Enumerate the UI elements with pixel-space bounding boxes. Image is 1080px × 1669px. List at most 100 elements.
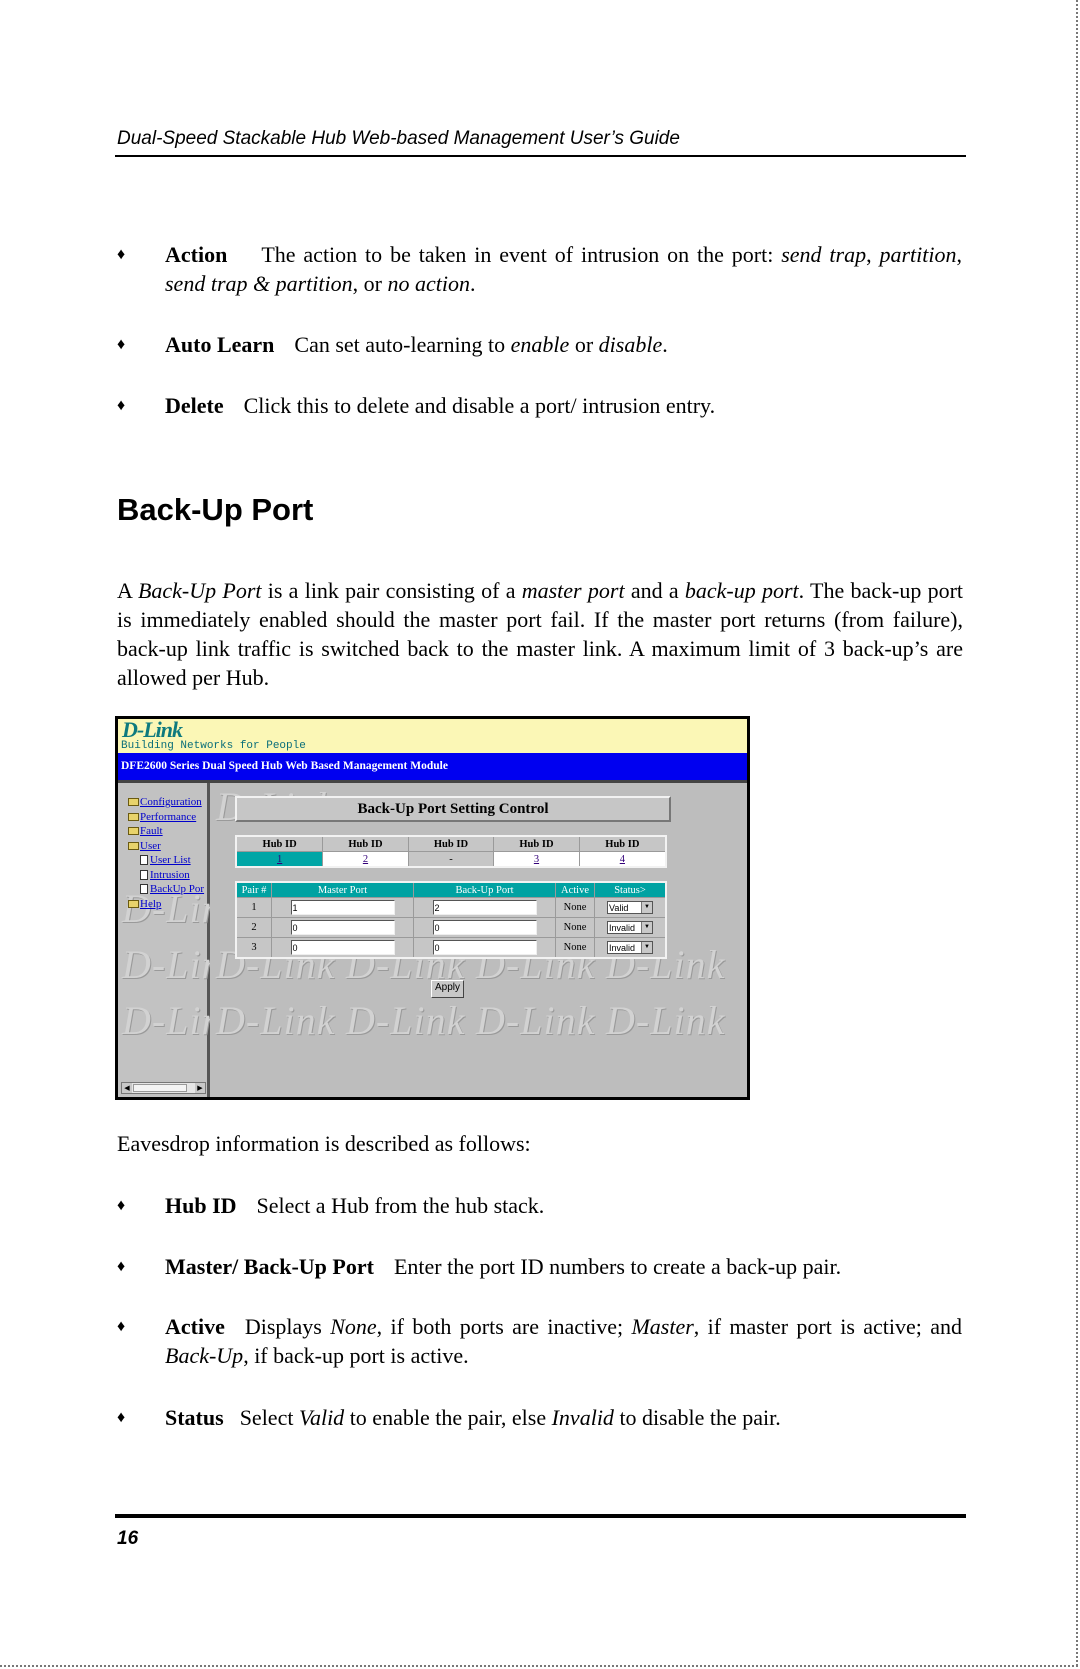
- bullet-description: Displays None, if both ports are inactiv…: [165, 1314, 962, 1368]
- dropdown-arrow-icon[interactable]: ▼: [641, 942, 652, 953]
- hub-id-header: Hub ID: [578, 835, 667, 852]
- bullet-hub-id: ♦ Hub ID Select a Hub from the hub stack.: [117, 1191, 962, 1220]
- nav-item-backup-port[interactable]: BackUp Por: [128, 882, 204, 897]
- hub-id-link[interactable]: 3: [534, 854, 539, 865]
- hub-id-header: Hub ID: [235, 835, 324, 852]
- pair-number: 2: [235, 917, 272, 938]
- scroll-right-arrow-icon[interactable]: ▶: [195, 1083, 205, 1093]
- active-value: None: [555, 937, 595, 959]
- hub-id-link[interactable]: 2: [363, 854, 368, 865]
- text-run: ,: [866, 242, 880, 267]
- scroll-left-arrow-icon[interactable]: ◀: [122, 1083, 132, 1093]
- column-header: Pair #: [235, 881, 272, 898]
- hub-id-cell-disabled: -: [407, 851, 495, 868]
- status-select[interactable]: Invalid ▼: [607, 921, 653, 934]
- scroll-thumb[interactable]: [133, 1084, 187, 1092]
- hub-id-link[interactable]: 1: [277, 854, 282, 865]
- watermark: D-Link: [606, 998, 726, 1043]
- active-value: None: [555, 897, 595, 918]
- hub-id-cell[interactable]: 3: [493, 851, 580, 868]
- folder-open-icon: [128, 841, 139, 850]
- emphasis-text: Invalid: [551, 1405, 614, 1430]
- text-run: Select a Hub from the hub stack.: [256, 1193, 545, 1218]
- emphasis-text: Valid: [298, 1405, 345, 1430]
- folder-icon: [128, 899, 139, 908]
- dropdown-arrow-icon[interactable]: ▼: [641, 922, 652, 933]
- hub-id-cell[interactable]: 2: [322, 851, 409, 868]
- bullet-description: The action to be taken in event of intru…: [165, 242, 962, 296]
- emphasis-text: back-up port: [684, 578, 799, 603]
- tagline: Building Networks for People: [121, 740, 306, 752]
- horizontal-scrollbar[interactable]: ◀ ▶: [121, 1082, 206, 1094]
- diamond-bullet-icon: ♦: [117, 246, 126, 263]
- column-header: Status>: [594, 881, 667, 898]
- backup-port-input[interactable]: [432, 920, 537, 935]
- nav-item-configuration[interactable]: Configuration: [128, 795, 204, 810]
- hub-id-cell-selected[interactable]: 1: [235, 851, 324, 868]
- apply-button[interactable]: Apply: [431, 980, 465, 998]
- active-value: None: [555, 917, 595, 938]
- status-select[interactable]: Valid ▼: [607, 901, 653, 914]
- bullet-description: Enter the port ID numbers to create a ba…: [394, 1254, 841, 1279]
- bullet-term: Delete: [165, 393, 224, 418]
- backup-port-input[interactable]: [432, 940, 537, 955]
- table-row: 3 None Invalid▼: [235, 937, 667, 959]
- master-port-input[interactable]: [290, 940, 395, 955]
- watermark: D-Link: [346, 998, 466, 1043]
- document-icon: [140, 855, 148, 866]
- text-run: A: [117, 578, 138, 603]
- text-run: or: [569, 332, 599, 357]
- bullet-term: Action: [165, 242, 228, 267]
- nav-item-user-list[interactable]: User List: [128, 853, 204, 868]
- master-port-input[interactable]: [290, 900, 395, 915]
- table-row: 1 None Valid▼: [235, 897, 667, 918]
- bullet-description: Select Valid to enable the pair, else In…: [240, 1405, 781, 1430]
- emphasis-text: Back-Up Port: [137, 578, 262, 603]
- dropdown-arrow-icon[interactable]: ▼: [641, 902, 652, 913]
- nav-item-intrusion[interactable]: Intrusion: [128, 868, 204, 883]
- text-run: , if master port is active; and: [693, 1314, 962, 1339]
- folder-icon: [128, 827, 139, 836]
- diamond-bullet-icon: ♦: [117, 336, 126, 353]
- bullet-active: ♦ Active Displays None, if both ports are…: [117, 1312, 962, 1370]
- text-run: ,: [956, 242, 963, 267]
- document-icon: [140, 869, 148, 880]
- bullet-term: Auto Learn: [165, 332, 275, 357]
- hub-id-table: Hub ID Hub ID Hub ID Hub ID Hub ID 1 2 -…: [235, 835, 667, 868]
- hub-id-header: Hub ID: [493, 835, 580, 852]
- status-select[interactable]: Invalid ▼: [607, 941, 653, 954]
- nav-item-user[interactable]: User: [128, 839, 204, 854]
- diamond-bullet-icon: ♦: [117, 397, 126, 414]
- nav-tree: Configuration Performance Fault User Use…: [128, 795, 204, 911]
- backup-port-input[interactable]: [432, 900, 537, 915]
- bullet-status: ♦ Status Select Valid to enable the pair,…: [117, 1403, 962, 1432]
- emphasis-text: master port: [521, 578, 625, 603]
- text-run: , if both ports are inactive;: [376, 1314, 632, 1339]
- hub-id-cell[interactable]: 4: [578, 851, 667, 868]
- document-icon: [140, 884, 148, 895]
- diamond-bullet-icon: ♦: [117, 1258, 126, 1275]
- module-title: DFE2600 Series Dual Speed Hub Web Based …: [118, 753, 747, 780]
- diamond-bullet-icon: ♦: [117, 1409, 126, 1426]
- section-heading: Back-Up Port: [117, 492, 314, 527]
- text-run: to disable the pair.: [613, 1405, 781, 1430]
- page-border-right: [1076, 0, 1078, 1666]
- bullet-term: Master/ Back-Up Port: [165, 1254, 374, 1279]
- figure-screenshot: D-Link Building Networks for People DFE2…: [115, 716, 750, 1100]
- text-run: Click this to delete and disable a port/…: [243, 393, 716, 418]
- bullet-action: ♦ Action The action to be taken in event …: [117, 240, 962, 298]
- hub-id-link[interactable]: 4: [620, 854, 625, 865]
- nav-item-performance[interactable]: Performance: [128, 810, 204, 825]
- column-header: Back-Up Port: [413, 881, 556, 898]
- emphasis-text: partition: [879, 242, 957, 267]
- nav-sidebar: D-Link D-Link D-Link Configuration Perfo…: [118, 783, 240, 1097]
- hub-id-header: Hub ID: [322, 835, 409, 852]
- master-port-input[interactable]: [290, 920, 395, 935]
- folder-icon: [128, 798, 139, 807]
- text-run: Can set auto-learning to: [294, 332, 511, 357]
- text-run: Select: [239, 1405, 299, 1430]
- emphasis-text: Back-Up: [165, 1343, 244, 1368]
- nav-item-help[interactable]: Help: [128, 897, 204, 912]
- text-run: to enable the pair, else: [344, 1405, 552, 1430]
- nav-item-fault[interactable]: Fault: [128, 824, 204, 839]
